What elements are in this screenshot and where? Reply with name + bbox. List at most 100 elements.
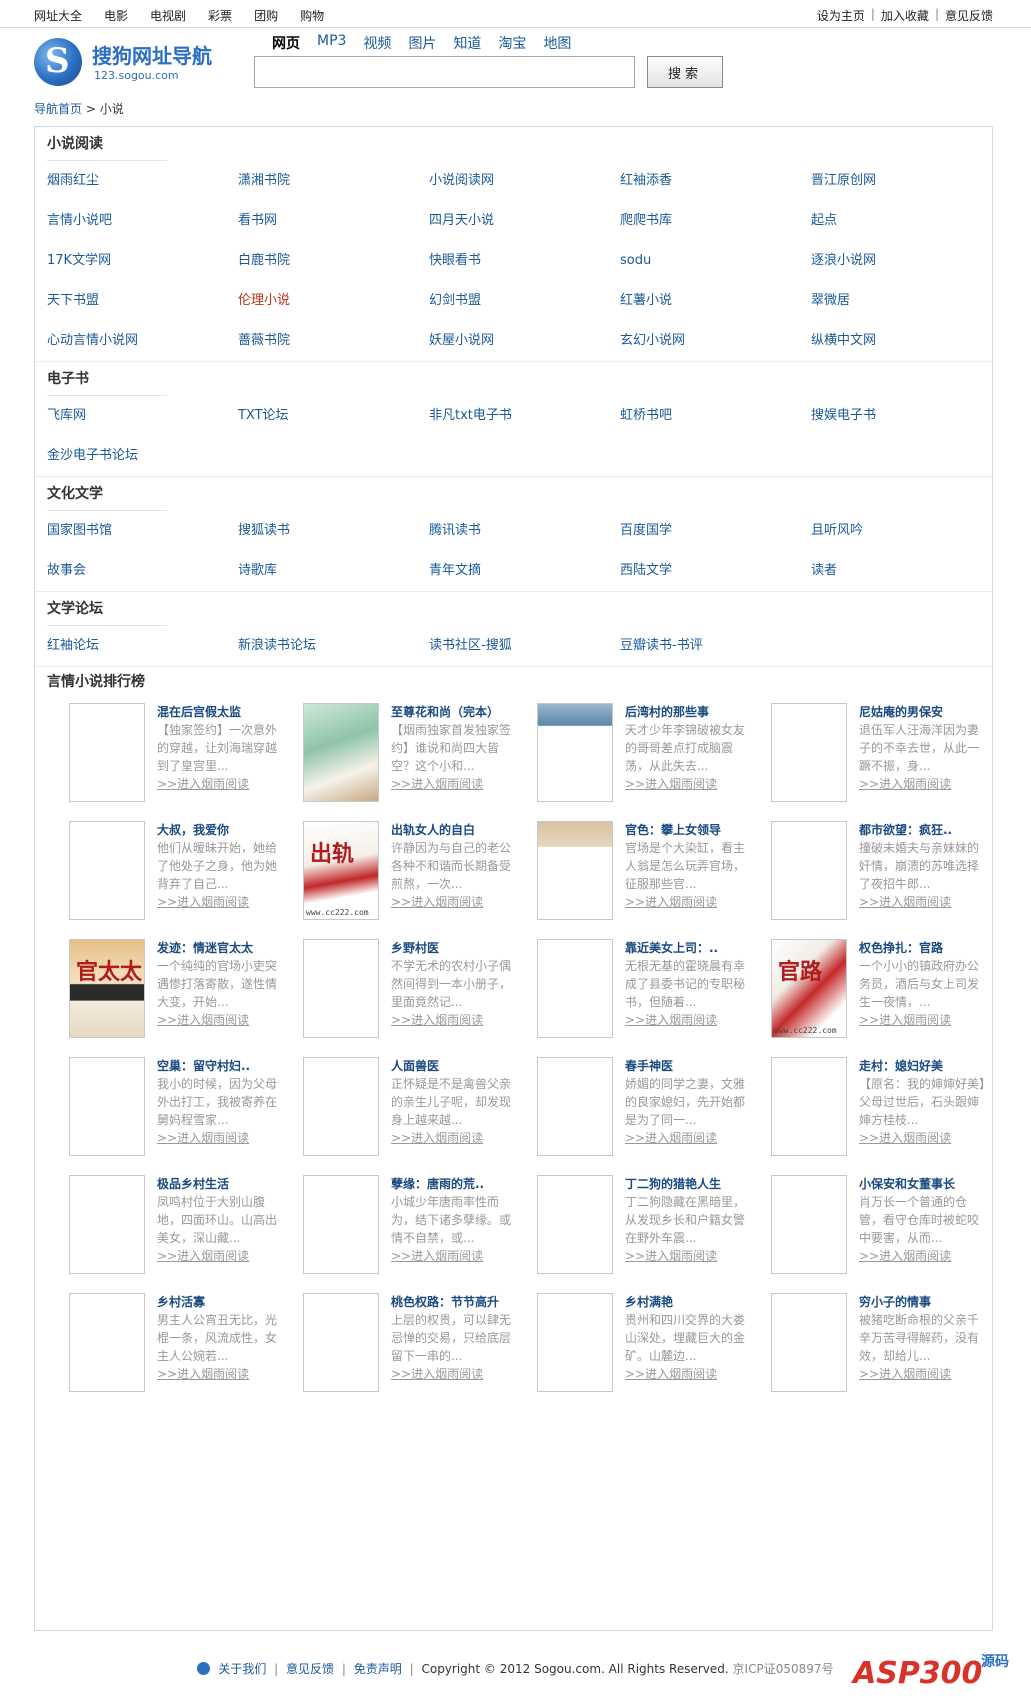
top-nav-link[interactable]: 彩票 — [208, 7, 232, 24]
top-nav-link[interactable]: 团购 — [254, 7, 278, 24]
book-cover[interactable] — [303, 703, 379, 802]
book-read-link[interactable]: >>进入烟雨阅读 — [859, 1365, 989, 1383]
book-cover[interactable] — [537, 821, 613, 920]
book-cover[interactable] — [537, 939, 613, 1038]
book-read-link[interactable]: >>进入烟雨阅读 — [157, 775, 287, 793]
book-read-link[interactable]: >>进入烟雨阅读 — [157, 1011, 287, 1029]
book-title[interactable]: 孽缘：唐雨的荒.. — [391, 1175, 521, 1193]
book-cover[interactable] — [771, 1175, 847, 1274]
site-link[interactable]: 白鹿书院 — [238, 241, 429, 281]
book-read-link[interactable]: >>进入烟雨阅读 — [859, 1011, 989, 1029]
book-title[interactable]: 都市欲望：疯狂.. — [859, 821, 989, 839]
site-link[interactable]: 故事会 — [47, 551, 238, 591]
site-link[interactable]: 红薯小说 — [620, 281, 811, 321]
book-cover[interactable]: 官太太 — [69, 939, 145, 1038]
site-link[interactable]: 爬爬书库 — [620, 201, 811, 241]
book-read-link[interactable]: >>进入烟雨阅读 — [157, 1129, 287, 1147]
search-tab[interactable]: 知道 — [453, 33, 481, 53]
top-nav-link[interactable]: 电影 — [104, 7, 128, 24]
book-cover[interactable]: 官路 www.cc222.com — [771, 939, 847, 1038]
site-link[interactable]: 四月天小说 — [429, 201, 620, 241]
book-read-link[interactable]: >>进入烟雨阅读 — [859, 775, 989, 793]
site-link[interactable]: 纵横中文网 — [811, 321, 1002, 361]
footer-link-feedback[interactable]: 意见反馈 — [286, 1662, 334, 1676]
search-input[interactable] — [254, 56, 635, 88]
book-read-link[interactable]: >>进入烟雨阅读 — [391, 775, 521, 793]
book-read-link[interactable]: >>进入烟雨阅读 — [625, 1011, 755, 1029]
book-cover[interactable] — [537, 1293, 613, 1392]
top-nav-right-link[interactable]: 设为主页 — [817, 7, 865, 24]
book-read-link[interactable]: >>进入烟雨阅读 — [391, 1247, 521, 1265]
site-link[interactable]: 西陆文学 — [620, 551, 811, 591]
top-nav-link[interactable]: 网址大全 — [34, 7, 82, 24]
book-read-link[interactable]: >>进入烟雨阅读 — [391, 1129, 521, 1147]
book-read-link[interactable]: >>进入烟雨阅读 — [391, 1011, 521, 1029]
footer-link-disclaimer[interactable]: 免责声明 — [354, 1662, 402, 1676]
site-link[interactable]: 快眼看书 — [429, 241, 620, 281]
book-title[interactable]: 后湾村的那些事 — [625, 703, 755, 721]
site-link[interactable]: 且听风吟 — [811, 511, 1002, 551]
footer-icp[interactable]: 京ICP证050897号 — [733, 1662, 834, 1676]
site-link[interactable]: 烟雨红尘 — [47, 161, 238, 201]
site-link[interactable]: 诗歌库 — [238, 551, 429, 591]
book-cover[interactable] — [771, 1057, 847, 1156]
book-read-link[interactable]: >>进入烟雨阅读 — [625, 1129, 755, 1147]
book-cover[interactable] — [303, 1057, 379, 1156]
book-read-link[interactable]: >>进入烟雨阅读 — [391, 893, 521, 911]
site-link[interactable]: 起点 — [811, 201, 1002, 241]
site-link[interactable]: 非凡txt电子书 — [429, 396, 620, 436]
search-button[interactable]: 搜索 — [647, 56, 723, 88]
search-tab[interactable]: 淘宝 — [498, 33, 526, 53]
book-cover[interactable] — [69, 1057, 145, 1156]
book-title[interactable]: 乡村活寡 — [157, 1293, 287, 1311]
site-link[interactable]: 看书网 — [238, 201, 429, 241]
book-title[interactable]: 官色：攀上女领导 — [625, 821, 755, 839]
book-title[interactable]: 人面兽医 — [391, 1057, 521, 1075]
book-cover[interactable] — [69, 1293, 145, 1392]
book-title[interactable]: 尼姑庵的男保安 — [859, 703, 989, 721]
book-title[interactable]: 大叔，我爱你 — [157, 821, 287, 839]
book-read-link[interactable]: >>进入烟雨阅读 — [157, 1365, 287, 1383]
site-link[interactable]: 金沙电子书论坛 — [47, 436, 238, 476]
top-nav-link[interactable]: 电视剧 — [150, 7, 186, 24]
book-cover[interactable] — [537, 1175, 613, 1274]
site-link[interactable]: 蔷薇书院 — [238, 321, 429, 361]
site-link[interactable]: 新浪读书论坛 — [238, 626, 429, 666]
book-cover[interactable] — [69, 821, 145, 920]
site-link[interactable]: 腾讯读书 — [429, 511, 620, 551]
site-link[interactable]: 言情小说吧 — [47, 201, 238, 241]
site-link[interactable]: 搜狐读书 — [238, 511, 429, 551]
site-link[interactable]: 国家图书馆 — [47, 511, 238, 551]
site-link[interactable]: 红袖论坛 — [47, 626, 238, 666]
site-link[interactable]: 读书社区-搜狐 — [429, 626, 620, 666]
book-read-link[interactable]: >>进入烟雨阅读 — [859, 1247, 989, 1265]
book-read-link[interactable]: >>进入烟雨阅读 — [625, 893, 755, 911]
book-title[interactable]: 靠近美女上司：.. — [625, 939, 755, 957]
book-read-link[interactable]: >>进入烟雨阅读 — [157, 893, 287, 911]
site-link[interactable]: 伦理小说 — [238, 281, 429, 321]
book-cover[interactable] — [303, 939, 379, 1038]
book-cover[interactable] — [69, 1175, 145, 1274]
site-link[interactable]: 晋江原创网 — [811, 161, 1002, 201]
book-cover[interactable] — [69, 703, 145, 802]
book-cover[interactable] — [771, 703, 847, 802]
site-link[interactable]: 搜娱电子书 — [811, 396, 1002, 436]
book-title[interactable]: 乡野村医 — [391, 939, 521, 957]
book-read-link[interactable]: >>进入烟雨阅读 — [625, 775, 755, 793]
site-link[interactable]: 小说阅读网 — [429, 161, 620, 201]
search-tab[interactable]: 网页 — [272, 33, 300, 53]
book-title[interactable]: 穷小子的情事 — [859, 1293, 989, 1311]
site-link[interactable]: 红袖添香 — [620, 161, 811, 201]
breadcrumb-home[interactable]: 导航首页 — [34, 102, 82, 116]
site-link[interactable]: 17K文学网 — [47, 241, 238, 281]
book-title[interactable]: 空巢：留守村妇.. — [157, 1057, 287, 1075]
site-link[interactable]: 豆瓣读书-书评 — [620, 626, 811, 666]
site-link[interactable]: 逐浪小说网 — [811, 241, 1002, 281]
book-title[interactable]: 走村：媳妇好美 — [859, 1057, 989, 1075]
sogou-logo[interactable]: S 搜狗网址导航 123.sogou.com — [34, 36, 224, 86]
book-title[interactable]: 小保安和女董事长 — [859, 1175, 989, 1193]
book-title[interactable]: 至尊花和尚（完本） — [391, 703, 521, 721]
book-cover[interactable] — [303, 1293, 379, 1392]
site-link[interactable]: 潇湘书院 — [238, 161, 429, 201]
book-title[interactable]: 乡村满艳 — [625, 1293, 755, 1311]
